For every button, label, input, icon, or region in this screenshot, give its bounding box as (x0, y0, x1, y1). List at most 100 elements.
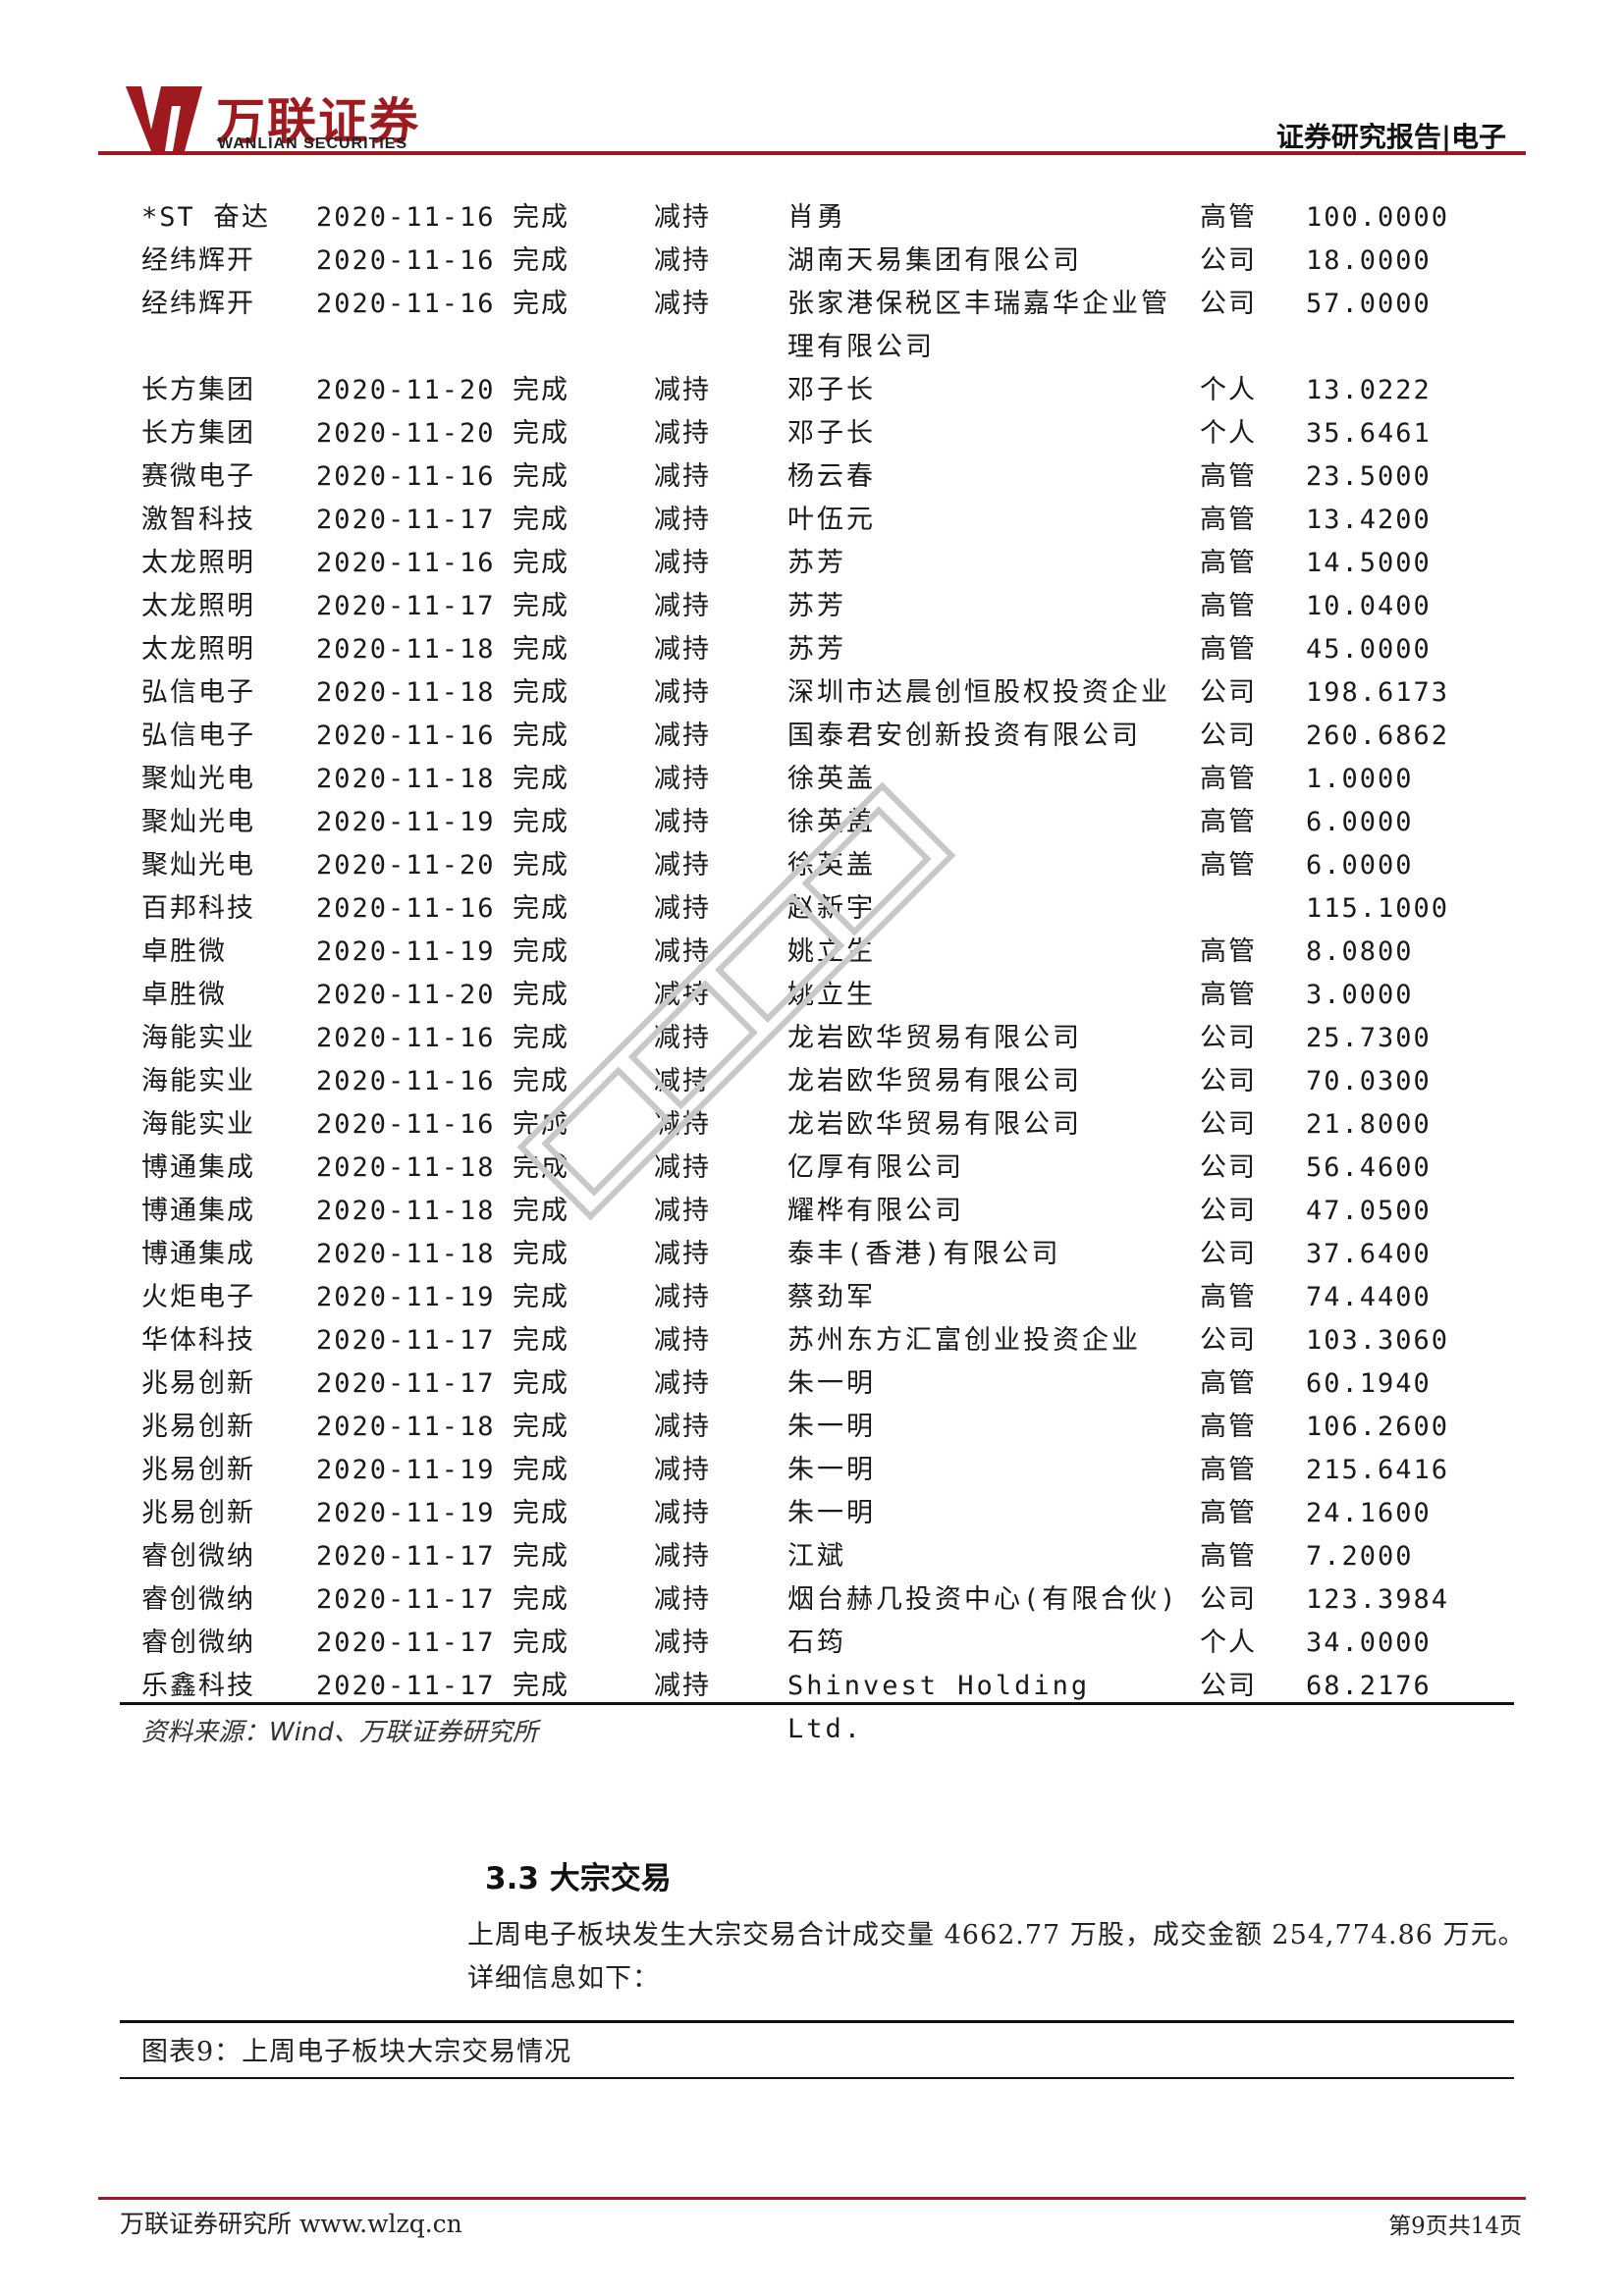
change-direction-cell: 减持 (654, 591, 711, 621)
table-row: 睿创微纳 2020-11-17 完成 减持 烟台赫几投资中心(有限合伙) 公司 123.39… (120, 1578, 1514, 1622)
change-amount-cell: 35.6461 (1306, 418, 1432, 449)
stock-name-cell: 聚灿光电 (141, 764, 255, 794)
table-row: 兆易创新 2020-11-18 完成 减持 朱一明 高管 106.2600 (120, 1406, 1514, 1449)
shareholder-type-cell: 个人 (1200, 375, 1257, 405)
change-amount-cell: 13.0222 (1306, 375, 1432, 405)
change-direction-cell: 减持 (654, 461, 711, 492)
shareholder-type-cell: 个人 (1200, 418, 1257, 449)
progress-status-cell: 完成 (513, 505, 569, 535)
table-row: 卓胜微 2020-11-20 完成 减持 姚立生 高管 3.0000 (120, 974, 1514, 1017)
trade-date-cell: 2020-11-16 (316, 1109, 496, 1140)
header-divider (98, 151, 1526, 155)
change-amount-cell: 23.5000 (1306, 461, 1432, 492)
progress-status-cell: 完成 (513, 1196, 569, 1226)
shareholder-type-cell: 高管 (1200, 1455, 1257, 1485)
table-row: 华体科技 2020-11-17 完成 减持 苏州东方汇富创业投资企业 公司 103.3060 (120, 1319, 1514, 1362)
table-row: 太龙照明 2020-11-16 完成 减持 苏芳 高管 14.5000 (120, 542, 1514, 585)
shareholder-name-cell: 泰丰(香港)有限公司 (787, 1239, 1061, 1269)
trade-date-cell: 2020-11-19 (316, 1455, 496, 1485)
change-amount-cell: 60.1940 (1306, 1368, 1432, 1399)
shareholder-type-cell: 高管 (1200, 807, 1257, 837)
shareholder-type-cell: 高管 (1200, 548, 1257, 578)
change-amount-cell: 106.2600 (1306, 1412, 1450, 1442)
change-amount-cell: 21.8000 (1306, 1109, 1432, 1140)
change-direction-cell: 减持 (654, 677, 711, 708)
trade-date-cell: 2020-11-19 (316, 1498, 496, 1528)
progress-status-cell: 完成 (513, 721, 569, 751)
change-direction-cell: 减持 (654, 1584, 711, 1615)
shareholder-name-cell: Shinvest Holding Ltd. (787, 1671, 1091, 1744)
trade-date-cell: 2020-11-16 (316, 289, 496, 319)
progress-status-cell: 完成 (513, 375, 569, 405)
change-direction-cell: 减持 (654, 1152, 711, 1183)
section-paragraph: 上周电子板块发生大宗交易合计成交量 4662.77 万股，成交金额 254,77… (467, 1920, 1526, 1994)
change-direction-cell: 减持 (654, 980, 711, 1010)
stock-name-cell: 兆易创新 (141, 1368, 255, 1399)
change-amount-cell: 8.0800 (1306, 936, 1414, 967)
stock-name-cell: 聚灿光电 (141, 807, 255, 837)
change-amount-cell: 24.1600 (1306, 1498, 1432, 1528)
table-row: 聚灿光电 2020-11-19 完成 减持 徐英盖 高管 6.0000 (120, 801, 1514, 844)
footer-divider (98, 2197, 1526, 2200)
progress-status-cell: 完成 (513, 1455, 569, 1485)
shareholder-type-cell: 高管 (1200, 936, 1257, 967)
stock-name-cell: 长方集团 (141, 375, 255, 405)
shareholder-name-cell: 邓子长 (787, 375, 876, 405)
shareholder-name-cell: 朱一明 (787, 1412, 876, 1442)
change-amount-cell: 123.3984 (1306, 1584, 1450, 1615)
shareholder-type-cell: 高管 (1200, 1412, 1257, 1442)
change-direction-cell: 减持 (654, 807, 711, 837)
progress-status-cell: 完成 (513, 1282, 569, 1312)
change-direction-cell: 减持 (654, 1541, 711, 1572)
change-direction-cell: 减持 (654, 418, 711, 449)
shareholder-type-cell: 公司 (1200, 1152, 1257, 1183)
shareholder-name-cell: 蔡劲军 (787, 1282, 876, 1312)
change-direction-cell: 减持 (654, 1196, 711, 1226)
table-row: 睿创微纳 2020-11-17 完成 减持 江斌 高管 7.2000 (120, 1535, 1514, 1578)
shareholder-type-cell: 高管 (1200, 634, 1257, 665)
shareholder-name-cell: 邓子长 (787, 418, 876, 449)
shareholder-type-cell: 公司 (1200, 245, 1257, 276)
trade-date-cell: 2020-11-20 (316, 850, 496, 881)
trade-date-cell: 2020-11-18 (316, 1152, 496, 1183)
change-direction-cell: 减持 (654, 1325, 711, 1356)
shareholder-name-cell: 姚立生 (787, 936, 876, 967)
shareholder-name-cell: 姚立生 (787, 980, 876, 1010)
stock-name-cell: 兆易创新 (141, 1498, 255, 1528)
wanlian-logo-icon (126, 86, 202, 151)
table-row: 经纬辉开 2020-11-16 完成 减持 张家港保税区丰瑞嘉华企业管理有限公司 公司 57… (120, 283, 1514, 369)
trade-date-cell: 2020-11-17 (316, 1325, 496, 1356)
shareholder-name-cell: 徐英盖 (787, 807, 876, 837)
shareholder-name-cell: 烟台赫几投资中心(有限合伙) (787, 1584, 1179, 1615)
change-direction-cell: 减持 (654, 1628, 711, 1658)
stock-name-cell: 卓胜微 (141, 980, 227, 1010)
change-direction-cell: 减持 (654, 1282, 711, 1312)
stock-name-cell: 海能实业 (141, 1066, 255, 1096)
shareholder-type-cell: 公司 (1200, 1023, 1257, 1053)
progress-status-cell: 完成 (513, 1628, 569, 1658)
progress-status-cell: 完成 (513, 202, 569, 233)
stock-name-cell: 兆易创新 (141, 1412, 255, 1442)
change-direction-cell: 减持 (654, 1455, 711, 1485)
stock-name-cell: 博通集成 (141, 1239, 255, 1269)
stock-name-cell: 太龙照明 (141, 548, 255, 578)
shareholder-type-cell: 公司 (1200, 1109, 1257, 1140)
change-direction-cell: 减持 (654, 202, 711, 233)
table-row: 弘信电子 2020-11-16 完成 减持 国泰君安创新投资有限公司 公司 260.6862 (120, 715, 1514, 758)
change-amount-cell: 103.3060 (1306, 1325, 1450, 1356)
table-row: 兆易创新 2020-11-19 完成 减持 朱一明 高管 24.1600 (120, 1492, 1514, 1535)
shareholder-name-cell: 徐英盖 (787, 850, 876, 881)
trade-date-cell: 2020-11-17 (316, 1541, 496, 1572)
change-amount-cell: 260.6862 (1306, 721, 1450, 751)
shareholder-name-cell: 深圳市达晨创恒股权投资企业 (787, 677, 1170, 708)
table-row: 百邦科技 2020-11-16 完成 减持 赵新宇 115.1000 (120, 887, 1514, 931)
stock-name-cell: 睿创微纳 (141, 1541, 255, 1572)
shareholder-type-cell: 高管 (1200, 1368, 1257, 1399)
change-direction-cell: 减持 (654, 1109, 711, 1140)
trade-date-cell: 2020-11-16 (316, 721, 496, 751)
table-bottom-rule (120, 1702, 1514, 1705)
table-row: 海能实业 2020-11-16 完成 减持 龙岩欧华贸易有限公司 公司 25.7300 (120, 1017, 1514, 1060)
change-direction-cell: 减持 (654, 1239, 711, 1269)
change-amount-cell: 70.0300 (1306, 1066, 1432, 1096)
shareholder-name-cell: 湖南天易集团有限公司 (787, 245, 1082, 276)
